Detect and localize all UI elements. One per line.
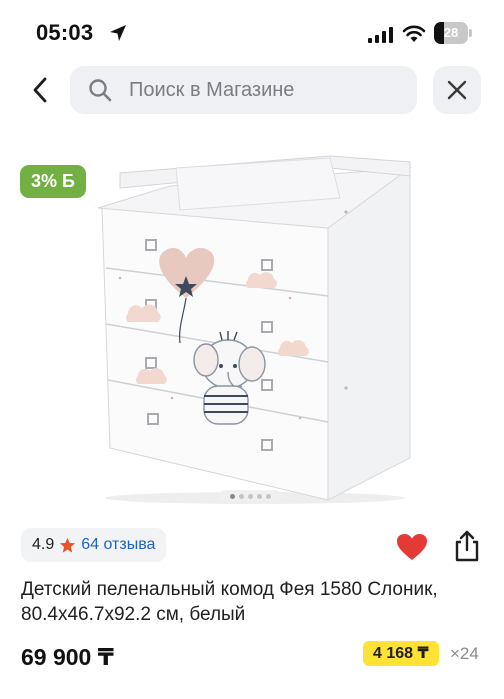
close-icon (447, 80, 467, 100)
discount-badge: 3% Б (20, 165, 86, 198)
battery-level: 28 (443, 25, 459, 40)
back-arrow-icon (33, 77, 47, 103)
back-button[interactable] (20, 70, 60, 110)
heart-icon[interactable] (396, 533, 428, 561)
installment-badge[interactable]: 4 168 ₸ (363, 641, 439, 666)
reviews-link[interactable]: 64 отзыва (81, 536, 155, 554)
battery-icon: 28 (434, 22, 472, 44)
image-dot[interactable] (265, 493, 271, 499)
status-bar: 05:03 28 (0, 0, 504, 64)
image-pagination (219, 490, 281, 502)
close-button[interactable] (433, 66, 481, 114)
product-image[interactable] (80, 128, 440, 506)
price: 69 900 ₸ (21, 644, 114, 670)
image-dot[interactable] (247, 493, 253, 499)
location-arrow-icon (110, 25, 126, 41)
rating-pill[interactable]: 4.9 64 отзыва (21, 528, 167, 562)
image-dot[interactable] (238, 493, 244, 499)
star-icon (60, 537, 76, 553)
signal-icon (368, 27, 393, 43)
product-title: Детский пеленальный комод Фея 1580 Слони… (21, 579, 438, 625)
rating-value: 4.9 (32, 536, 55, 553)
search-placeholder: Поиск в Магазине (129, 79, 295, 101)
search-icon (89, 79, 112, 102)
share-icon[interactable] (452, 530, 482, 562)
search-input[interactable]: Поиск в Магазине (70, 66, 417, 114)
image-dot[interactable] (256, 493, 262, 499)
image-dot[interactable] (229, 493, 235, 499)
installment-months: ×24 (450, 644, 479, 663)
wifi-icon (402, 25, 426, 42)
status-time: 05:03 (36, 20, 94, 45)
